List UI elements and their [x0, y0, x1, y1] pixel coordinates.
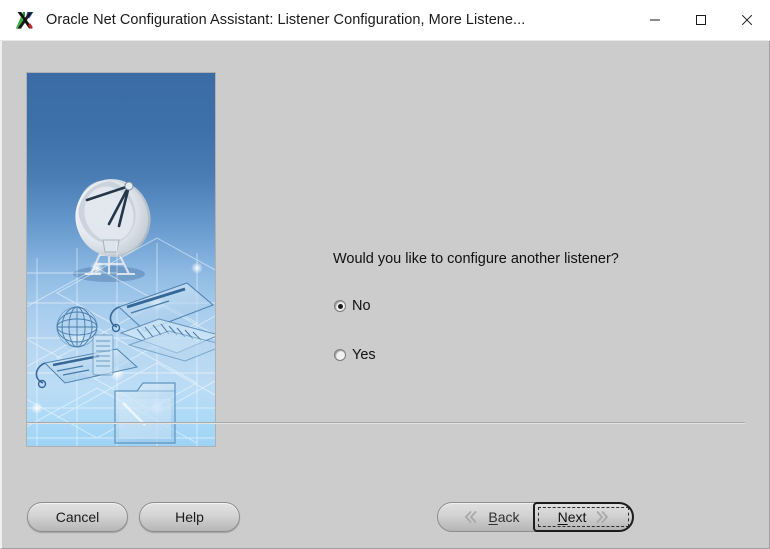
folder-icon: [114, 382, 176, 444]
globe-icon: [56, 306, 98, 348]
x-logo-svg: [16, 12, 34, 29]
close-button[interactable]: [724, 0, 770, 40]
splash-illustration: [27, 73, 215, 446]
footer-divider: [27, 422, 745, 424]
application-window: Oracle Net Configuration Assistant: List…: [0, 0, 770, 549]
radio-label-no: No: [352, 298, 371, 314]
content-area: Would you like to configure another list…: [2, 41, 769, 486]
next-rest: ext: [567, 509, 587, 525]
radio-option-no[interactable]: No: [334, 298, 371, 314]
maximize-button[interactable]: [678, 0, 724, 40]
satellite-dish-network-graphic: [27, 179, 215, 446]
laptop-icon: [109, 282, 215, 362]
next-mnemonic: N: [557, 509, 568, 525]
radio-label-yes: Yes: [352, 347, 376, 363]
title-bar[interactable]: Oracle Net Configuration Assistant: List…: [0, 0, 770, 41]
next-button-label: Next: [558, 509, 587, 525]
back-button-label: Back: [488, 509, 519, 525]
radio-indicator-yes[interactable]: [334, 349, 346, 361]
documents-icon: [92, 334, 114, 376]
x-logo-icon: [14, 9, 36, 31]
back-button[interactable]: Back: [437, 502, 547, 532]
cancel-button[interactable]: Cancel: [27, 502, 128, 532]
button-bar: Cancel Help Back Next: [2, 486, 769, 548]
window-controls: [632, 0, 770, 40]
radio-option-yes[interactable]: Yes: [334, 347, 376, 363]
page-title: Would you like to configure another list…: [333, 251, 619, 267]
chevron-double-left-icon: [465, 511, 477, 523]
next-button[interactable]: Next: [533, 502, 634, 532]
card-icon: [35, 348, 139, 389]
satellite-dish-icon: [73, 179, 151, 282]
minimize-icon: [650, 19, 660, 21]
minimize-button[interactable]: [632, 0, 678, 40]
window-title: Oracle Net Configuration Assistant: List…: [46, 12, 526, 28]
splash-image: [26, 72, 216, 447]
maximize-icon: [696, 15, 706, 25]
back-mnemonic: B: [488, 509, 498, 525]
close-icon: [741, 14, 753, 26]
radio-indicator-no[interactable]: [334, 300, 346, 312]
back-rest: ack: [497, 509, 520, 525]
navigation-button-group: Back Next: [437, 502, 634, 532]
chevron-double-right-icon: [597, 511, 609, 523]
dialog-body: Would you like to configure another list…: [0, 41, 770, 549]
help-button[interactable]: Help: [139, 502, 240, 532]
